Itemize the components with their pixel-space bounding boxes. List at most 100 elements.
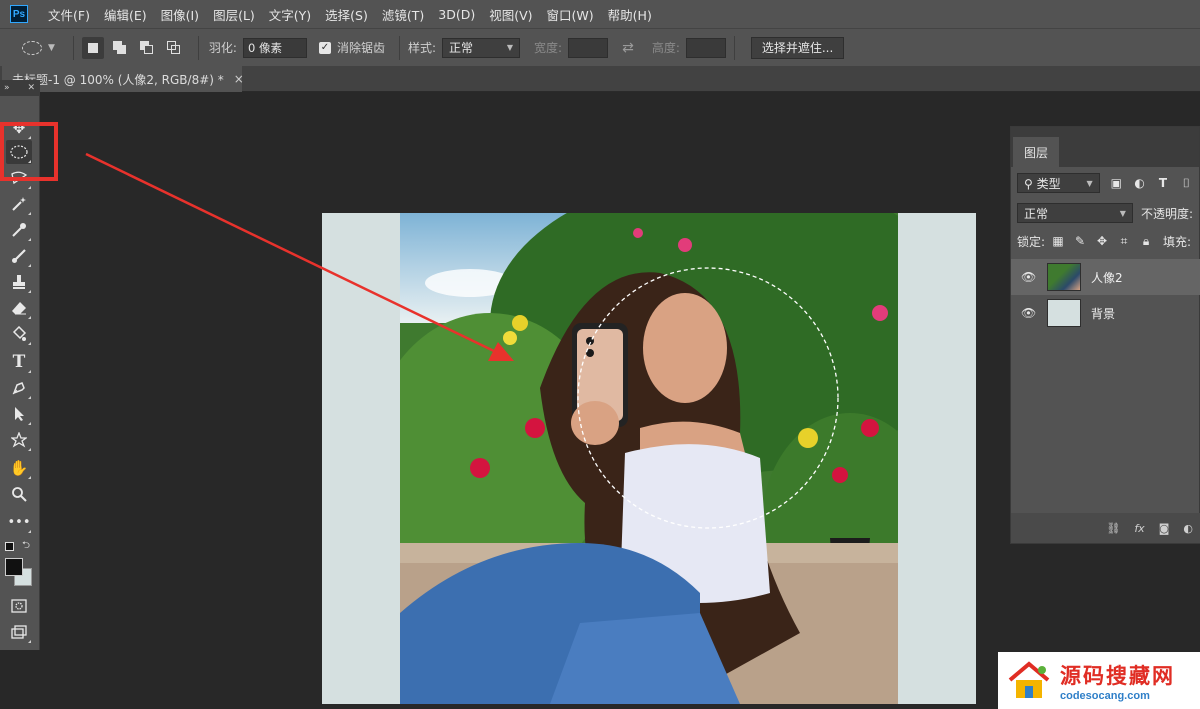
- filter-shape-icon[interactable]: ⌷: [1180, 176, 1193, 190]
- more-tools-icon[interactable]: •••: [6, 510, 32, 534]
- opacity-label: 不透明度:: [1140, 206, 1193, 221]
- feather-input[interactable]: 0 像素: [242, 37, 307, 58]
- lock-transparent-icon[interactable]: ▦: [1051, 234, 1065, 248]
- lock-artboard-icon[interactable]: ⌗: [1117, 234, 1131, 248]
- antialias-checkbox[interactable]: ✓: [318, 41, 331, 54]
- eraser-tool-icon[interactable]: [6, 296, 32, 320]
- add-mask-icon[interactable]: ◙: [1159, 522, 1170, 535]
- portrait-photo: [400, 213, 898, 704]
- lock-label: 锁定:: [1017, 234, 1046, 249]
- menu-type[interactable]: 文字(Y): [269, 5, 311, 24]
- zoom-tool-icon[interactable]: [6, 482, 32, 506]
- intersect-selection-button[interactable]: [163, 37, 185, 59]
- toolbox-header[interactable]: » ✕: [0, 80, 39, 96]
- paint-bucket-tool-icon[interactable]: [6, 322, 32, 346]
- subtract-selection-icon: [139, 41, 154, 54]
- style-select[interactable]: 正常 ▼: [442, 37, 521, 58]
- height-input[interactable]: [685, 37, 726, 58]
- watermark-url: codesocang.com: [1060, 689, 1150, 702]
- hand-tool-icon[interactable]: ✋: [6, 456, 32, 480]
- menu-view[interactable]: 视图(V): [489, 5, 532, 24]
- close-icon[interactable]: ✕: [27, 83, 35, 93]
- menu-select[interactable]: 选择(S): [325, 5, 368, 24]
- filter-adjustment-icon[interactable]: ◐: [1133, 176, 1146, 190]
- close-icon[interactable]: ×: [234, 72, 244, 86]
- clone-stamp-tool-icon[interactable]: [6, 270, 32, 294]
- pen-tool-icon[interactable]: [6, 376, 32, 400]
- menu-file[interactable]: 文件(F): [48, 5, 90, 24]
- link-layers-icon[interactable]: ⛓: [1106, 522, 1120, 535]
- tab-layers[interactable]: 图层: [1013, 137, 1059, 167]
- menu-3d[interactable]: 3D(D): [438, 7, 475, 22]
- search-icon: ⚲: [1024, 176, 1037, 191]
- divider: [398, 35, 400, 60]
- menu-layer[interactable]: 图层(L): [213, 5, 255, 24]
- fill-label: 填充:: [1163, 234, 1192, 249]
- type-tool-icon[interactable]: T: [6, 350, 32, 374]
- height-label: 高度:: [651, 41, 680, 55]
- new-selection-icon: [87, 42, 98, 53]
- chevron-down-icon[interactable]: ▼: [48, 43, 55, 53]
- visibility-eye-icon[interactable]: 👁︎: [1021, 270, 1036, 284]
- menu-filter[interactable]: 滤镜(T): [382, 5, 424, 24]
- new-adjustment-icon[interactable]: ◐: [1183, 522, 1193, 535]
- quick-mask-icon[interactable]: [6, 594, 32, 618]
- tool-preset-ellipse-icon[interactable]: [22, 40, 42, 55]
- divider: [733, 35, 735, 60]
- layer-row-portrait[interactable]: 👁︎ 人像2: [1011, 259, 1200, 295]
- watermark-title: 源码搜藏网: [1060, 663, 1175, 688]
- layer-row-background[interactable]: 👁︎ 背景: [1011, 295, 1200, 331]
- layer-filter-select[interactable]: ⚲ 类型 ▼: [1017, 173, 1100, 193]
- path-selection-tool-icon[interactable]: [6, 402, 32, 426]
- menu-bar: Ps 文件(F) 编辑(E) 图像(I) 图层(L) 文字(Y) 选择(S) 滤…: [0, 0, 1200, 28]
- collapse-icon[interactable]: »: [4, 83, 10, 93]
- width-input[interactable]: [568, 37, 609, 58]
- style-value: 正常: [449, 41, 474, 55]
- divider: [72, 35, 74, 60]
- add-selection-icon: [112, 41, 127, 54]
- subtract-selection-button[interactable]: [136, 37, 158, 59]
- menu-window[interactable]: 窗口(W): [547, 5, 594, 24]
- select-and-mask-button[interactable]: 选择并遮住...: [750, 36, 845, 59]
- shape-tool-icon[interactable]: [6, 428, 32, 452]
- magic-wand-tool-icon[interactable]: [6, 192, 32, 216]
- lock-all-icon[interactable]: 🔒︎: [1139, 234, 1153, 248]
- layers-panel-tabs: 图层: [1011, 127, 1199, 167]
- new-selection-button[interactable]: [81, 36, 104, 59]
- blend-mode-select[interactable]: 正常 ▼: [1017, 203, 1133, 223]
- swap-colors-icon[interactable]: ⮌: [22, 538, 30, 555]
- brush-tool-icon[interactable]: [6, 244, 32, 268]
- style-label: 样式:: [407, 41, 437, 55]
- chevron-down-icon: ▼: [1119, 208, 1126, 218]
- watermark: 源码搜藏网 codesocang.com: [998, 652, 1200, 709]
- menu-edit[interactable]: 编辑(E): [104, 5, 147, 24]
- document-canvas[interactable]: [322, 213, 976, 704]
- lock-move-icon[interactable]: ✥: [1095, 234, 1109, 248]
- foreground-color-swatch[interactable]: [5, 558, 23, 576]
- filter-type-icon[interactable]: T: [1156, 176, 1169, 190]
- chevron-down-icon: ▼: [1086, 178, 1093, 188]
- screen-mode-icon[interactable]: [6, 620, 32, 644]
- swap-arrows-icon[interactable]: ⇄: [622, 40, 634, 56]
- visibility-eye-icon[interactable]: 👁︎: [1021, 306, 1036, 320]
- layer-name: 人像2: [1091, 270, 1123, 285]
- layers-panel-footer: ⛓ fx ◙ ◐: [1011, 513, 1200, 543]
- menu-image[interactable]: 图像(I): [161, 5, 199, 24]
- default-colors-icon[interactable]: [5, 542, 14, 551]
- fx-icon[interactable]: fx: [1134, 522, 1144, 535]
- document-tab-bar: 未标题-1 @ 100% (人像2, RGB/8#) * ×: [0, 66, 1200, 92]
- menu-help[interactable]: 帮助(H): [608, 5, 652, 24]
- layer-thumbnail: [1047, 263, 1081, 291]
- lock-row: 锁定: ▦ ✎ ✥ ⌗ 🔒︎ 填充:: [1011, 227, 1199, 255]
- house-logo-icon: [1008, 660, 1050, 698]
- portrait-photo-illustration: [400, 213, 898, 704]
- filter-pixel-icon[interactable]: ▣: [1110, 176, 1123, 190]
- eyedropper-tool-icon[interactable]: [6, 218, 32, 242]
- add-to-selection-button[interactable]: [109, 37, 131, 59]
- options-bar: ▼ 羽化: 0 像素 ✓ 消除锯齿 样式: 正常 ▼ 宽度: ⇄ 高度: 选择并…: [0, 28, 1200, 66]
- chevron-down-icon: ▼: [506, 43, 514, 52]
- blend-mode-value: 正常: [1024, 206, 1049, 221]
- lock-brush-icon[interactable]: ✎: [1073, 234, 1087, 248]
- layer-name: 背景: [1091, 306, 1116, 321]
- feather-label: 羽化:: [208, 41, 237, 55]
